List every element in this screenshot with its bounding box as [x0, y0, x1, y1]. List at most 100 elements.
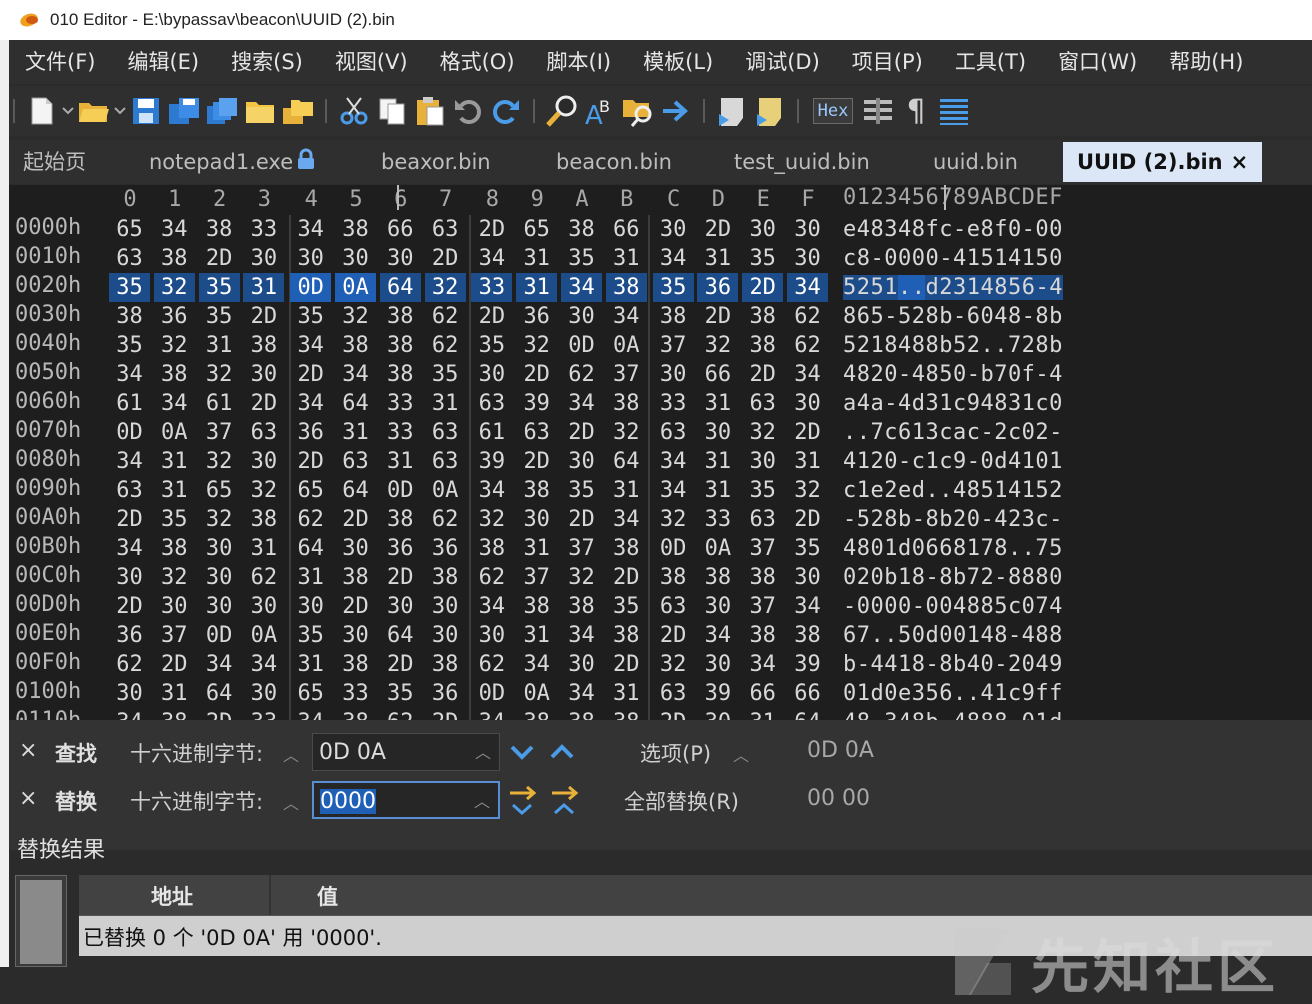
hex-byte[interactable]: 62: [425, 331, 466, 360]
hex-byte[interactable]: 64: [335, 389, 376, 418]
hex-byte[interactable]: 0A: [697, 534, 738, 563]
hex-byte[interactable]: 64: [199, 679, 240, 708]
hex-byte[interactable]: 38: [425, 563, 466, 592]
hex-byte[interactable]: 35: [652, 273, 694, 302]
hex-byte[interactable]: 34: [109, 708, 150, 720]
tab-beacon[interactable]: beacon.bin: [556, 140, 672, 184]
hex-byte[interactable]: 37: [653, 331, 694, 360]
hex-byte[interactable]: 39: [516, 389, 557, 418]
tab-beaxor[interactable]: beaxor.bin: [381, 140, 491, 184]
hex-byte[interactable]: 31: [697, 476, 738, 505]
hex-byte[interactable]: 32: [199, 447, 240, 476]
find-next-icon[interactable]: [507, 736, 537, 768]
hex-byte[interactable]: 2D: [109, 592, 150, 621]
hex-byte[interactable]: 34: [606, 505, 647, 534]
hex-byte[interactable]: 31: [697, 244, 738, 273]
hex-byte[interactable]: 64: [380, 621, 421, 650]
hex-byte[interactable]: 35: [787, 534, 828, 563]
hex-byte[interactable]: 35: [290, 302, 331, 331]
hex-byte[interactable]: 37: [199, 418, 240, 447]
hex-byte[interactable]: 33: [697, 505, 738, 534]
chevron-up-icon[interactable]: ︿: [283, 790, 299, 814]
hex-byte[interactable]: 66: [380, 215, 421, 244]
hex-byte[interactable]: 31: [742, 708, 783, 720]
redo-icon[interactable]: [487, 91, 525, 131]
chevron-down-icon[interactable]: [61, 91, 75, 131]
hex-byte[interactable]: 31: [199, 331, 240, 360]
hex-byte[interactable]: 38: [154, 534, 195, 563]
hex-byte[interactable]: 36: [154, 302, 195, 331]
ascii-text[interactable]: c8-0000-41514150: [843, 244, 1063, 273]
hex-byte[interactable]: 0A: [606, 331, 647, 360]
hex-byte[interactable]: 34: [290, 215, 331, 244]
hex-byte[interactable]: 30: [243, 360, 284, 389]
hex-byte[interactable]: 65: [199, 476, 240, 505]
hex-byte[interactable]: 35: [109, 273, 150, 302]
hex-byte[interactable]: 36: [290, 418, 331, 447]
hex-byte[interactable]: 31: [787, 447, 828, 476]
hex-byte[interactable]: 31: [516, 534, 557, 563]
copy-icon[interactable]: [373, 91, 411, 131]
hex-byte[interactable]: 0D: [561, 331, 602, 360]
menu-item-8[interactable]: 项目(P): [836, 40, 939, 84]
hex-byte[interactable]: 36: [425, 534, 466, 563]
menu-item-1[interactable]: 编辑(E): [111, 40, 215, 84]
hex-byte[interactable]: 37: [154, 621, 195, 650]
hex-byte[interactable]: 62: [561, 360, 602, 389]
paste-icon[interactable]: [411, 91, 449, 131]
hex-byte[interactable]: 32: [742, 418, 783, 447]
hex-byte[interactable]: 30: [561, 650, 602, 679]
chevron-up-icon[interactable]: ︿: [283, 742, 299, 766]
hex-byte[interactable]: 30: [199, 592, 240, 621]
hex-byte[interactable]: 38: [516, 708, 557, 720]
hex-byte[interactable]: 34: [653, 447, 694, 476]
chevron-up-icon[interactable]: ︿: [475, 734, 491, 772]
hex-byte[interactable]: 64: [787, 708, 828, 720]
column-value[interactable]: 值: [317, 881, 338, 911]
hex-byte[interactable]: 30: [561, 447, 602, 476]
hex-byte[interactable]: 36: [109, 621, 150, 650]
hex-byte[interactable]: 64: [335, 476, 376, 505]
menu-item-7[interactable]: 调试(D): [729, 40, 836, 84]
find-icon[interactable]: [543, 91, 581, 131]
ascii-text[interactable]: 4820-4850-b70f-4: [843, 360, 1063, 389]
hex-byte[interactable]: 30: [335, 534, 376, 563]
hex-byte[interactable]: 38: [335, 708, 376, 720]
run-template-icon[interactable]: [751, 91, 789, 131]
hex-byte[interactable]: 31: [516, 244, 557, 273]
replace-all-button[interactable]: 全部替换(R): [624, 786, 739, 816]
hex-byte[interactable]: 30: [425, 621, 466, 650]
hex-byte[interactable]: 30: [561, 302, 602, 331]
hex-byte[interactable]: 2D: [653, 708, 694, 720]
hex-byte[interactable]: 32: [697, 331, 738, 360]
replace-icon[interactable]: AB: [581, 91, 619, 131]
hex-byte[interactable]: 64: [290, 534, 331, 563]
hex-byte[interactable]: 34: [199, 650, 240, 679]
close-folder-icon[interactable]: [241, 91, 279, 131]
hex-byte[interactable]: 62: [787, 331, 828, 360]
hex-byte[interactable]: 62: [425, 302, 466, 331]
hex-byte[interactable]: 32: [653, 505, 694, 534]
hex-byte[interactable]: 30: [243, 592, 284, 621]
hex-byte[interactable]: 34: [290, 708, 331, 720]
hex-byte[interactable]: 33: [380, 418, 421, 447]
hex-byte[interactable]: 35: [198, 273, 240, 302]
hex-byte[interactable]: 38: [425, 650, 466, 679]
run-script-icon[interactable]: [713, 91, 751, 131]
hex-byte[interactable]: 35: [425, 360, 466, 389]
hex-byte[interactable]: 30: [380, 244, 421, 273]
hex-byte[interactable]: 34: [471, 592, 512, 621]
hex-byte[interactable]: 2D: [516, 447, 557, 476]
hex-byte[interactable]: 34: [561, 621, 602, 650]
hex-byte[interactable]: 63: [653, 592, 694, 621]
hex-byte[interactable]: 35: [471, 331, 512, 360]
hex-byte[interactable]: 63: [425, 447, 466, 476]
hex-byte[interactable]: 2D: [380, 650, 421, 679]
hex-byte[interactable]: 35: [606, 592, 647, 621]
goto-icon[interactable]: [657, 91, 695, 131]
menu-item-0[interactable]: 文件(F): [9, 40, 111, 84]
hex-byte[interactable]: 30: [787, 215, 828, 244]
workspace-icon[interactable]: [279, 91, 317, 131]
hex-byte[interactable]: 30: [697, 650, 738, 679]
hex-byte[interactable]: 34: [335, 360, 376, 389]
